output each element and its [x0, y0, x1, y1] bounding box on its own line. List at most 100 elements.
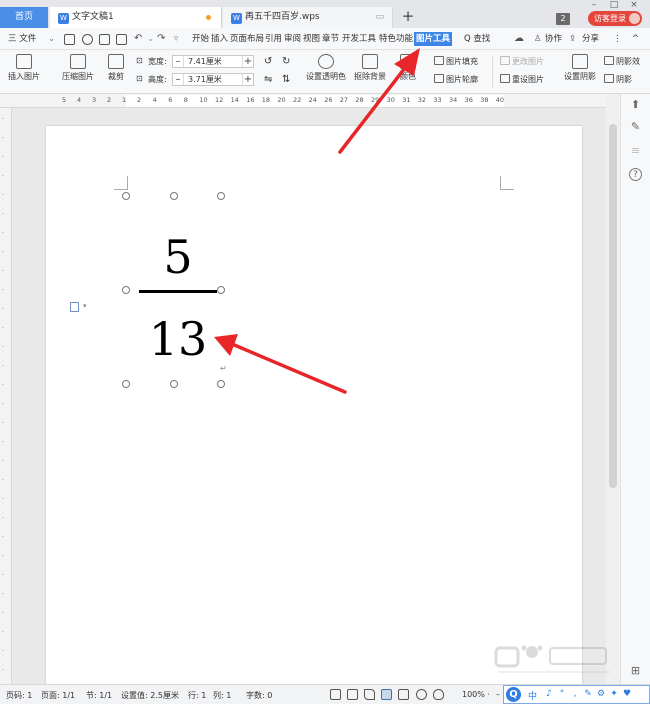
status-row[interactable]: 行: 1 [188, 690, 206, 701]
crop-button[interactable]: 裁剪 [108, 54, 124, 82]
ime-punct-icon[interactable]: ° [557, 689, 567, 699]
rotate-left-icon[interactable]: ↺ [264, 56, 272, 67]
resize-handle-top-left[interactable] [122, 192, 130, 200]
new-tab-button[interactable]: + [400, 7, 416, 27]
ime-language-toggle[interactable]: 中 [528, 689, 537, 702]
tab-insert[interactable]: 插入 [211, 28, 228, 50]
insert-picture-button[interactable]: 插入图片 [8, 54, 40, 82]
print-icon[interactable] [99, 34, 110, 45]
grid-apps-icon[interactable]: ⊞ [629, 664, 642, 677]
vertical-ruler[interactable]: · · · · · · · · · · · · · · · · · · · · · · · · · · · · · · [0, 108, 12, 684]
resize-handle-right[interactable] [217, 286, 225, 294]
pen-icon[interactable]: ✎ [629, 120, 642, 133]
maximize-button[interactable]: □ [604, 0, 624, 10]
compress-picture-button[interactable]: 压缩图片 [62, 54, 94, 82]
tab-review[interactable]: 审阅 [284, 28, 301, 50]
width-spinner[interactable]: – 7.41厘米 + [172, 55, 254, 68]
page-view-icon[interactable] [381, 689, 392, 700]
shadow-effect-button[interactable]: 阴影效 [604, 56, 640, 67]
resize-handle-top-right[interactable] [217, 192, 225, 200]
outline-view-icon[interactable] [398, 689, 409, 700]
zoom-level[interactable]: 100% · [462, 690, 490, 699]
file-menu-caret-icon[interactable]: ⌄ [48, 28, 55, 50]
width-value[interactable]: 7.41厘米 [188, 56, 222, 67]
tab-picture-tools[interactable]: 图片工具 [414, 32, 453, 46]
export-pdf-icon[interactable] [82, 34, 93, 45]
set-transparent-button[interactable]: 设置透明色 [306, 54, 346, 82]
layout-options-icon[interactable] [70, 302, 79, 312]
document-area[interactable]: ▾ 5 13 ↵ [12, 108, 606, 684]
flip-vertical-icon[interactable]: ⇅ [282, 74, 290, 85]
resize-handle-bottom[interactable] [170, 380, 178, 388]
height-spinner[interactable]: – 3.71厘米 + [172, 73, 254, 86]
height-increase-button[interactable]: + [242, 74, 253, 85]
tab-special[interactable]: 特色功能 [379, 28, 413, 50]
collapse-ribbon-icon[interactable]: ^ [632, 28, 639, 50]
status-setting-value[interactable]: 设置值: 2.5厘米 [121, 690, 179, 701]
resize-handle-left[interactable] [122, 286, 130, 294]
quick-access-caret-icon[interactable]: ▿ [174, 28, 178, 50]
tab-references[interactable]: 引用 [265, 28, 282, 50]
picture-outline-button[interactable]: 图片轮廓 [434, 74, 478, 85]
status-pages[interactable]: 页面: 1/1 [41, 690, 75, 701]
reset-picture-button[interactable]: 重设图片 [500, 74, 544, 85]
help-icon[interactable]: ? [629, 168, 642, 181]
set-shadow-button[interactable]: 设置阴影 [564, 54, 596, 82]
scroll-top-icon[interactable]: ⬆ [629, 98, 642, 111]
undo-icon[interactable]: ↶ [134, 28, 142, 50]
tab-developer[interactable]: 开发工具 [342, 28, 376, 50]
size-reset-icon[interactable]: ⊡ [136, 74, 143, 83]
ime-moon-icon[interactable]: ♪ [544, 689, 554, 699]
ime-logo-icon[interactable]: Q [506, 687, 521, 702]
write-mode-icon[interactable] [364, 689, 375, 700]
tab-page-layout[interactable]: 页面布局 [230, 28, 264, 50]
shadow-2-button[interactable]: 阴影 [604, 74, 632, 85]
ime-comma-icon[interactable]: , [570, 689, 580, 699]
ime-settings-icon[interactable]: ⚙ [596, 689, 606, 699]
tab-document-1[interactable]: W 文字文稿1 [50, 7, 222, 28]
search-button[interactable]: Q 查找 [464, 28, 490, 50]
minimize-button[interactable]: – [584, 0, 604, 10]
flip-horizontal-icon[interactable]: ⇋ [264, 74, 272, 85]
resize-handle-bottom-right[interactable] [217, 380, 225, 388]
redo-icon[interactable]: ↷ [157, 28, 165, 50]
width-increase-button[interactable]: + [242, 56, 253, 67]
resize-handle-bottom-left[interactable] [122, 380, 130, 388]
tab-document-2[interactable]: W 再五千四百岁.wps ▭ [223, 7, 393, 28]
eye-protection-icon[interactable] [433, 689, 444, 700]
height-value[interactable]: 3.71厘米 [188, 74, 222, 85]
document-page[interactable]: ▾ 5 13 ↵ [46, 126, 582, 684]
layout-options-caret-icon[interactable]: ▾ [83, 302, 87, 310]
ime-heart-icon[interactable]: ♥ [622, 689, 632, 699]
fullscreen-icon[interactable] [330, 689, 341, 700]
zoom-out-button[interactable]: – [496, 690, 500, 699]
ime-skin-icon[interactable]: ✦ [609, 689, 619, 699]
tab-home-menu[interactable]: 开始 [192, 28, 209, 50]
change-picture-button[interactable]: 更改图片 [500, 56, 544, 67]
tab-home[interactable]: 首页 [0, 7, 48, 28]
status-page-number[interactable]: 页码: 1 [6, 690, 32, 701]
reading-mode-icon[interactable] [347, 689, 358, 700]
resize-handle-top[interactable] [170, 192, 178, 200]
file-menu[interactable]: 三 文件 [8, 28, 36, 50]
horizontal-ruler[interactable]: 5 4 3 2 1 2 4 6 8 10 12 14 16 18 20 22 24 26 27 28 29 30 31 32 3… [0, 94, 606, 108]
status-section[interactable]: 节: 1/1 [86, 690, 112, 701]
picture-fill-button[interactable]: 图片填充 [434, 56, 478, 67]
list-icon[interactable]: ≡ [629, 144, 642, 157]
collaborate-button[interactable]: 协作 [545, 28, 562, 50]
rotate-right-icon[interactable]: ↻ [282, 56, 290, 67]
width-decrease-button[interactable]: – [173, 56, 184, 67]
height-decrease-button[interactable]: – [173, 74, 184, 85]
web-view-icon[interactable] [416, 689, 427, 700]
tab-section[interactable]: 章节 [322, 28, 339, 50]
lock-ratio-icon[interactable]: ⊡ [136, 56, 143, 65]
close-button[interactable]: × [624, 0, 644, 10]
visitor-login-button[interactable]: 访客登录 [588, 11, 642, 26]
more-options-icon[interactable]: ⋮ [613, 28, 622, 50]
cloud-sync-icon[interactable]: ☁ [514, 28, 524, 50]
tab-screen-icon[interactable]: ▭ [375, 7, 384, 28]
status-column[interactable]: 列: 1 [213, 690, 231, 701]
window-count-badge[interactable]: 2 [556, 13, 570, 25]
status-word-count[interactable]: 字数: 0 [246, 690, 272, 701]
ime-pen-icon[interactable]: ✎ [583, 689, 593, 699]
